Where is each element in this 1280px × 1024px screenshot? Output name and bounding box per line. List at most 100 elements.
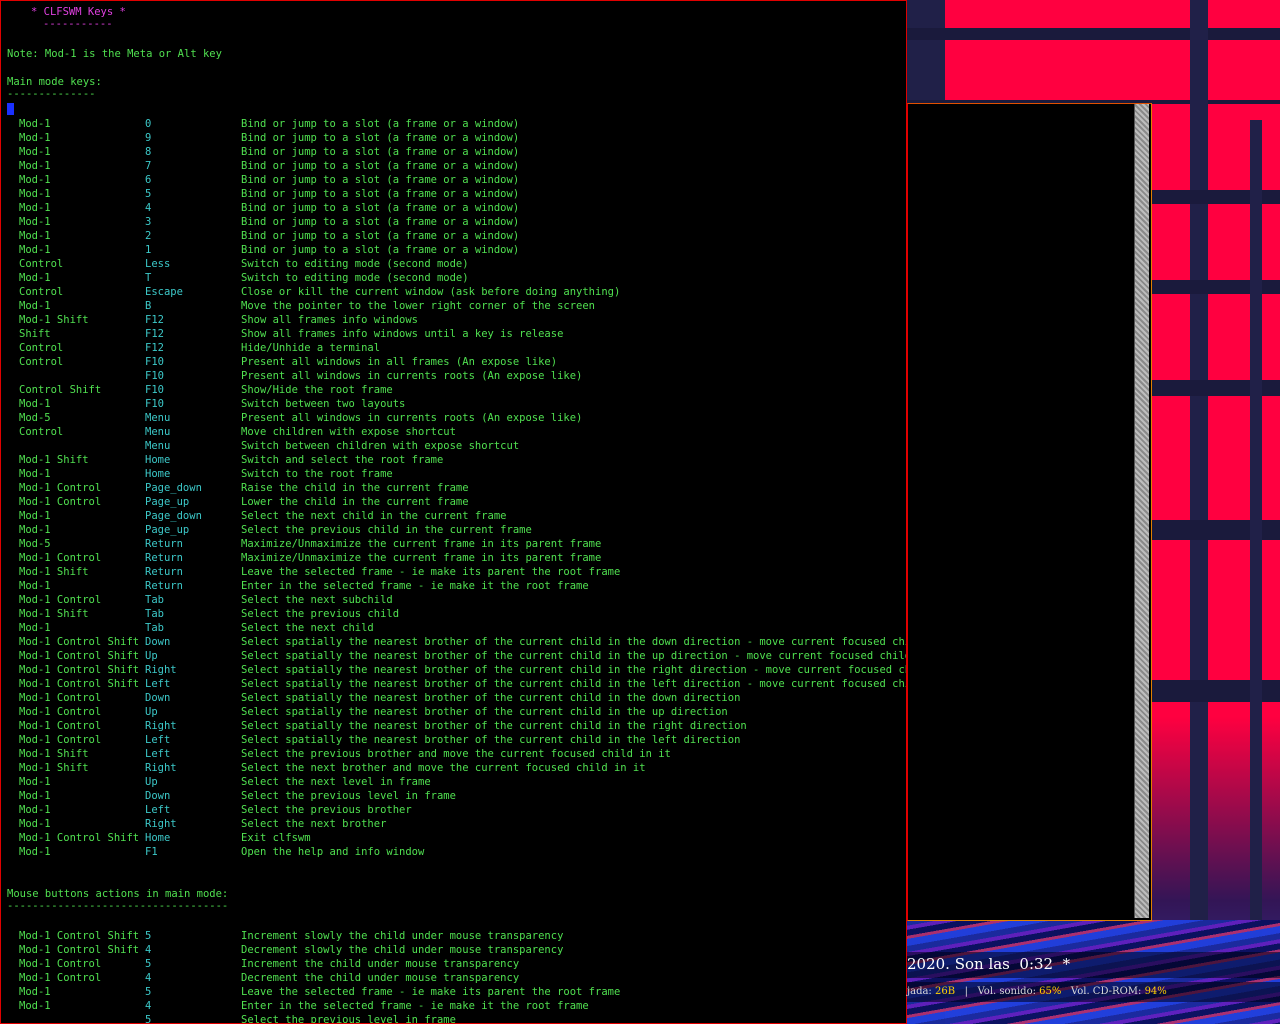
modifier-text: Mod-1 Control [19, 552, 102, 564]
secondary-window[interactable] [907, 103, 1152, 921]
key-text: Return [145, 552, 183, 564]
key-binding-row: Mod-1 B Move the pointer to the lower righ… [1, 299, 906, 313]
key-binding-row: Mod-1 6 Bind or jump to a slot (a frame or… [1, 173, 906, 187]
key-binding-row: Mod-1 Return Enter in the selected frame -… [1, 579, 906, 593]
key-text: Return [145, 566, 183, 578]
clock-text: 2020. Son las 0:32 * [907, 955, 1071, 973]
key-text: 5 [145, 1014, 152, 1024]
modifier-text: Mod-1 [19, 510, 51, 522]
description-text: Switch to editing mode (second mode) [241, 258, 469, 270]
key-binding-row: Mod-1 Control Shift 4 Decrement slowly the… [1, 943, 906, 957]
modifier-text: Mod-1 Control Shift [19, 678, 140, 690]
description-text: Switch between two layouts [241, 398, 406, 410]
key-binding-row: Mod-1 Control 4 Decrement the child under … [1, 971, 906, 985]
modifier-text: Mod-1 [19, 244, 51, 256]
key-text: 8 [145, 146, 152, 158]
description-text: Leave the selected frame - ie make its p… [241, 986, 621, 998]
modifier-text: Mod-1 Control [19, 482, 102, 494]
modifier-text: Mod-1 [19, 524, 51, 536]
key-text: Menu [145, 440, 171, 452]
modifier-text: Mod-1 [19, 132, 51, 144]
description-text: Bind or jump to a slot (a frame or a win… [241, 244, 520, 256]
key-binding-row: Mod-1 Shift F12 Show all frames info windo… [1, 313, 906, 327]
key-binding-row: Mod-1 F10 Switch between two layouts [1, 397, 906, 411]
key-binding-row: Mod-1 2 Bind or jump to a slot (a frame or… [1, 229, 906, 243]
description-text: Bind or jump to a slot (a frame or a win… [241, 202, 520, 214]
key-text: 4 [145, 202, 152, 214]
modifier-text: Mod-1 [19, 468, 51, 480]
modifier-text: Mod-1 [19, 622, 51, 634]
key-binding-row: Mod-1 Control Page_down Raise the child in… [1, 481, 906, 495]
key-text: Left [145, 734, 171, 746]
key-binding-row: Mod-1 Left Select the previous brother [1, 803, 906, 817]
key-text: F12 [145, 314, 164, 326]
key-text: Return [145, 538, 183, 550]
modifier-text: Control [19, 356, 64, 368]
key-text: Left [145, 804, 171, 816]
text-cursor [7, 103, 14, 115]
modifier-text: Mod-1 [19, 272, 51, 284]
modifier-text: Mod-1 [19, 846, 51, 858]
key-text: Page_down [145, 510, 202, 522]
description-text: Close or kill the current window (ask be… [241, 286, 621, 298]
key-text: Home [145, 468, 171, 480]
modifier-text: Mod-1 Control [19, 692, 102, 704]
modifier-text: Mod-1 Control Shift [19, 944, 140, 956]
modifier-text: Mod-1 Control [19, 706, 102, 718]
key-text: Left [145, 678, 171, 690]
key-text: Tab [145, 594, 164, 606]
key-text: 3 [145, 216, 152, 228]
modifier-text: Mod-1 [19, 146, 51, 158]
key-text: 7 [145, 160, 152, 172]
key-text: 9 [145, 132, 152, 144]
description-text: Switch and select the root frame [241, 454, 444, 466]
key-binding-row: Control Less Switch to editing mode (secon… [1, 257, 906, 271]
modifier-text: Mod-1 [19, 776, 51, 788]
modifier-text: Mod-1 [19, 202, 51, 214]
key-text: 0 [145, 118, 152, 130]
description-text: Move children with expose shortcut [241, 426, 456, 438]
description-text: Select the next level in frame [241, 776, 431, 788]
description-text: Show all frames info windows [241, 314, 419, 326]
description-text: Hide/Unhide a terminal [241, 342, 381, 354]
description-text: Leave the selected frame - ie make its p… [241, 566, 621, 578]
modifier-text: Mod-1 Control Shift [19, 650, 140, 662]
key-binding-row: Mod-1 Control Shift 5 Increment slowly the… [1, 929, 906, 943]
key-text: Right [145, 720, 177, 732]
key-binding-row: Mod-1 5 Leave the selected frame - ie make… [1, 985, 906, 999]
key-text: F10 [145, 370, 164, 382]
description-text: Move the pointer to the lower right corn… [241, 300, 596, 312]
scrollbar[interactable] [1134, 104, 1149, 918]
status-value-volume: 65% [1039, 986, 1062, 997]
description-text: Select the next brother [241, 818, 387, 830]
modifier-text: Mod-1 Control [19, 496, 102, 508]
description-text: Bind or jump to a slot (a frame or a win… [241, 174, 520, 186]
description-text: Bind or jump to a slot (a frame or a win… [241, 160, 520, 172]
key-text: 4 [145, 944, 152, 956]
modifier-text: Mod-1 [19, 160, 51, 172]
description-text: Bind or jump to a slot (a frame or a win… [241, 216, 520, 228]
help-window[interactable]: * CLFSWM Keys * ----------- Note: Mod-1 … [0, 0, 907, 1024]
key-binding-row: Mod-1 8 Bind or jump to a slot (a frame or… [1, 145, 906, 159]
key-text: T [145, 272, 152, 284]
description-text: Decrement slowly the child under mouse t… [241, 944, 564, 956]
modifier-text: Mod-1 [19, 804, 51, 816]
key-text: Up [145, 706, 158, 718]
modifier-text: Mod-1 Shift [19, 608, 89, 620]
key-text: Page_down [145, 482, 202, 494]
modifier-text: Control [19, 286, 64, 298]
key-binding-row: Mod-1 T Switch to editing mode (second mod… [1, 271, 906, 285]
key-binding-row: Mod-1 7 Bind or jump to a slot (a frame or… [1, 159, 906, 173]
key-binding-row: Control F10 Present all windows in all fra… [1, 355, 906, 369]
key-binding-row: F10 Present all windows in currents roots… [1, 369, 906, 383]
description-text: Select the next subchild [241, 594, 393, 606]
modifier-text: Mod-1 Shift [19, 314, 89, 326]
modifier-text: Control [19, 426, 64, 438]
key-text: Menu [145, 426, 171, 438]
description-text: Bind or jump to a slot (a frame or a win… [241, 132, 520, 144]
modifier-text: Control Shift [19, 384, 102, 396]
key-text: F12 [145, 342, 164, 354]
description-text: Present all windows in currents roots (A… [241, 412, 583, 424]
key-text: Less [145, 258, 171, 270]
key-binding-row: Mod-1 Control Shift Up Select spatially th… [1, 649, 906, 663]
